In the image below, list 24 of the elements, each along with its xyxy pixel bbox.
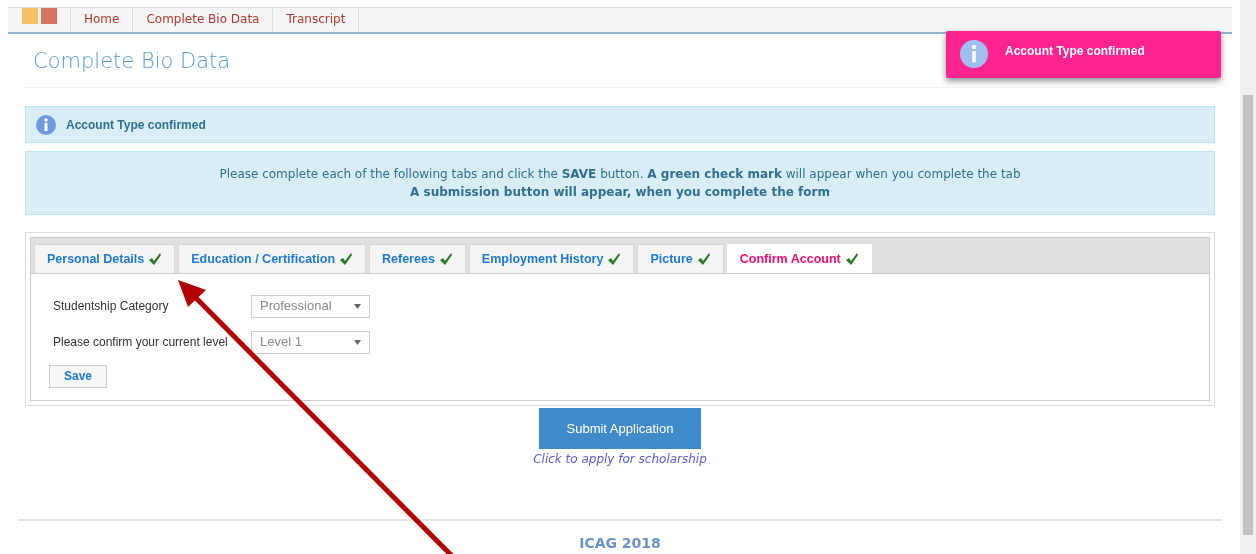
tab[interactable]: Confirm Account — [726, 244, 872, 273]
select-field[interactable]: Professional — [251, 294, 370, 318]
info-icon — [36, 114, 56, 135]
field-label: Please confirm your current level — [53, 334, 229, 351]
select-field[interactable]: Level 1 — [251, 330, 370, 354]
scrollbar[interactable] — [1240, 0, 1256, 554]
caret-icon — [354, 339, 361, 345]
field-label: Studentship Category — [53, 298, 170, 315]
caret-icon — [354, 303, 361, 309]
tab[interactable]: Referees — [369, 244, 466, 273]
submit-application-button[interactable]: Submit Application — [539, 408, 701, 449]
save-button[interactable]: Save — [49, 364, 107, 388]
tab[interactable]: Education / Certification — [178, 244, 367, 273]
instruction-text: Please complete each of the following tabs and click the SAVE button. A green check mark will appear when you complete the tab — [219, 166, 1021, 183]
tab[interactable]: Picture — [637, 244, 724, 273]
tab[interactable]: Employment History — [468, 244, 635, 273]
alert-text: Account Type confirmed — [66, 116, 206, 134]
instruction-text: A submission button will appear, when you complete the form — [410, 184, 830, 201]
nav-link[interactable]: Transcript — [272, 7, 360, 32]
toast-text: Account Type confirmed — [1005, 43, 1145, 60]
hint-text: Click to apply for scholarship — [533, 451, 707, 468]
tab[interactable]: Personal Details — [34, 244, 176, 273]
info-icon — [960, 40, 988, 68]
footer-text: ICAG 2018 — [579, 534, 661, 553]
